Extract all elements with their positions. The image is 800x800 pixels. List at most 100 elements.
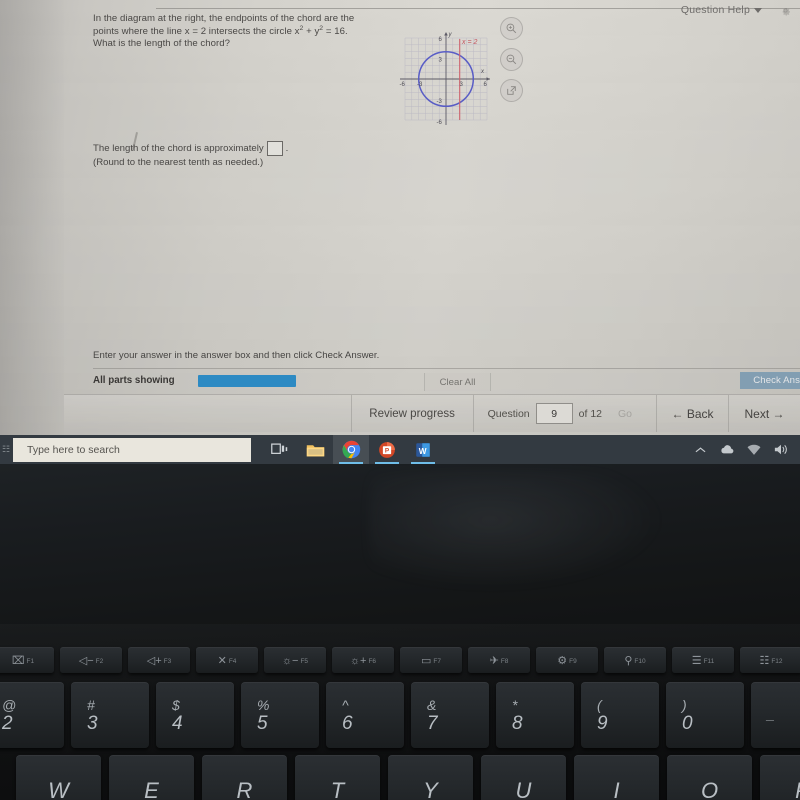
key-e[interactable]: E <box>109 755 194 800</box>
key-r[interactable]: R <box>202 755 287 800</box>
key-4[interactable]: $4 <box>156 682 234 748</box>
key-_[interactable]: _ <box>751 682 800 748</box>
key-f9[interactable]: ⚙ F9 <box>536 647 598 673</box>
question-help-button[interactable]: Question Help <box>671 2 770 18</box>
tick-x-neg3: -3 <box>417 82 423 88</box>
start-button[interactable]: ☷ <box>0 444 12 455</box>
key-glyph: ☼− <box>281 654 299 667</box>
powerpoint-icon[interactable]: P <box>369 435 405 464</box>
answer-rounding-hint: (Round to the nearest tenth as needed.) <box>93 157 264 168</box>
zoom-in-button[interactable] <box>500 17 523 40</box>
key-6[interactable]: ^ 6 <box>326 682 404 748</box>
key-p[interactable]: P <box>760 755 800 800</box>
answer-period: . <box>285 142 289 154</box>
zoom-out-icon <box>506 54 517 65</box>
key-base-glyph: 5 <box>257 712 268 734</box>
expand-graph-button[interactable] <box>500 79 523 102</box>
key-glyph: ◁− <box>78 654 94 667</box>
all-parts-showing-label: All parts showing <box>93 375 175 386</box>
key-f4[interactable]: ✕ F4 <box>196 647 258 673</box>
key-glyph: ▭ <box>421 654 432 667</box>
wifi-icon[interactable] <box>747 444 761 456</box>
axes <box>400 33 490 125</box>
task-view-icon[interactable] <box>261 435 297 464</box>
onedrive-icon[interactable] <box>719 444 734 456</box>
key-label: F10 <box>634 658 646 665</box>
key-f11[interactable]: ☰ F11 <box>672 647 734 673</box>
key-0[interactable]: ) 0 <box>666 682 744 748</box>
search-input[interactable]: Type here to search <box>13 437 251 462</box>
key-f5[interactable]: ☼− F5 <box>264 647 326 673</box>
circle-chord-graph[interactable]: -6 -3 3 6 6 3 -3 -6 y x x = 2 <box>397 15 494 127</box>
go-button[interactable]: Go <box>608 408 642 420</box>
answer-input[interactable] <box>266 141 283 156</box>
check-answer-button[interactable]: Check Answer <box>740 372 800 389</box>
key-label: F8 <box>500 658 509 665</box>
key-base-glyph: 0 <box>682 712 693 734</box>
task-view-glyph <box>270 443 287 454</box>
volume-icon[interactable] <box>774 443 788 456</box>
chrome-icon[interactable] <box>333 435 369 464</box>
key-shift-glyph: $ <box>172 696 180 713</box>
zoom-in-icon <box>506 23 517 34</box>
windows-taskbar: ☷ Type here to search P W <box>0 435 800 464</box>
key-label: E <box>144 778 159 800</box>
key-8[interactable]: * 8 <box>496 682 574 748</box>
key-label: P <box>795 778 800 800</box>
key-base-glyph: 7 <box>427 712 438 734</box>
exercise-nav-bar: Review progress Question 9 of 12 Go ← Ba… <box>64 394 800 432</box>
key-base-glyph: 4 <box>172 712 183 734</box>
key-shift-glyph: * <box>512 696 518 713</box>
answer-prompt-label: The length of the chord is approximately <box>93 142 264 154</box>
key-label: Y <box>423 778 438 800</box>
problem-statement: In the diagram at the right, the endpoin… <box>93 13 378 51</box>
key-3[interactable]: #3 <box>71 682 149 748</box>
key-f6[interactable]: ☼+ F6 <box>332 647 394 673</box>
key-2[interactable]: @2 <box>0 682 64 748</box>
axis-label-y: y <box>448 32 453 38</box>
key-7[interactable]: & 7 <box>411 682 489 748</box>
key-o[interactable]: O <box>667 755 752 800</box>
key-t[interactable]: T <box>295 755 380 800</box>
clear-all-button[interactable]: Clear All <box>424 373 491 391</box>
key-shift-glyph: & <box>427 696 437 713</box>
file-explorer-glyph <box>306 444 324 456</box>
key-label: R <box>236 778 253 800</box>
key-f12[interactable]: ☷ F12 <box>740 647 800 673</box>
key-f7[interactable]: ▭ F7 <box>400 647 462 673</box>
key-f10[interactable]: ⚲ F10 <box>604 647 666 673</box>
key-base-glyph: 8 <box>512 712 523 734</box>
word-icon[interactable]: W <box>405 435 441 464</box>
key-5[interactable]: % 5 <box>241 682 319 748</box>
key-base-glyph: 2 <box>2 712 13 734</box>
question-number-input[interactable]: 9 <box>535 403 573 424</box>
keyboard-number-row: @2 #3 $4% 5 ^ 6 & 7 * 8(9) 0 _ <box>0 682 800 748</box>
settings-button[interactable] <box>770 4 800 17</box>
key-w[interactable]: W <box>16 755 101 800</box>
svg-text:P: P <box>385 447 390 454</box>
zoom-out-button[interactable] <box>500 48 523 71</box>
chrome-glyph <box>342 440 360 459</box>
key-f3[interactable]: ◁+ F3 <box>128 647 190 673</box>
key-label: T <box>330 778 345 800</box>
next-button[interactable]: Next → <box>728 395 800 432</box>
exercise-page: Question Help In the diagram at the righ… <box>64 0 800 435</box>
key-f1[interactable]: ⌧ F1 <box>0 647 54 673</box>
key-f2[interactable]: ◁− F2 <box>60 647 122 673</box>
key-9[interactable]: (9 <box>581 682 659 748</box>
submit-instruction: Enter your answer in the answer box and … <box>93 350 380 361</box>
key-shift-glyph: # <box>87 696 95 713</box>
review-progress-button[interactable]: Review progress <box>350 395 473 432</box>
chevron-up-icon[interactable] <box>695 446 706 454</box>
key-label: U <box>515 778 532 800</box>
key-u[interactable]: U <box>481 755 566 800</box>
keyboard-glare <box>370 472 670 592</box>
back-button[interactable]: ← Back <box>656 395 728 432</box>
problem-line-2a: points where the line x = 2 intersects t… <box>93 25 300 37</box>
key-f8[interactable]: ✈ F8 <box>468 647 530 673</box>
word-glyph: W <box>416 442 430 457</box>
problem-line-3: What is the length of the chord? <box>93 38 231 50</box>
file-explorer-icon[interactable] <box>297 435 333 464</box>
key-y[interactable]: Y <box>388 755 473 800</box>
key-i[interactable]: I <box>574 755 659 800</box>
